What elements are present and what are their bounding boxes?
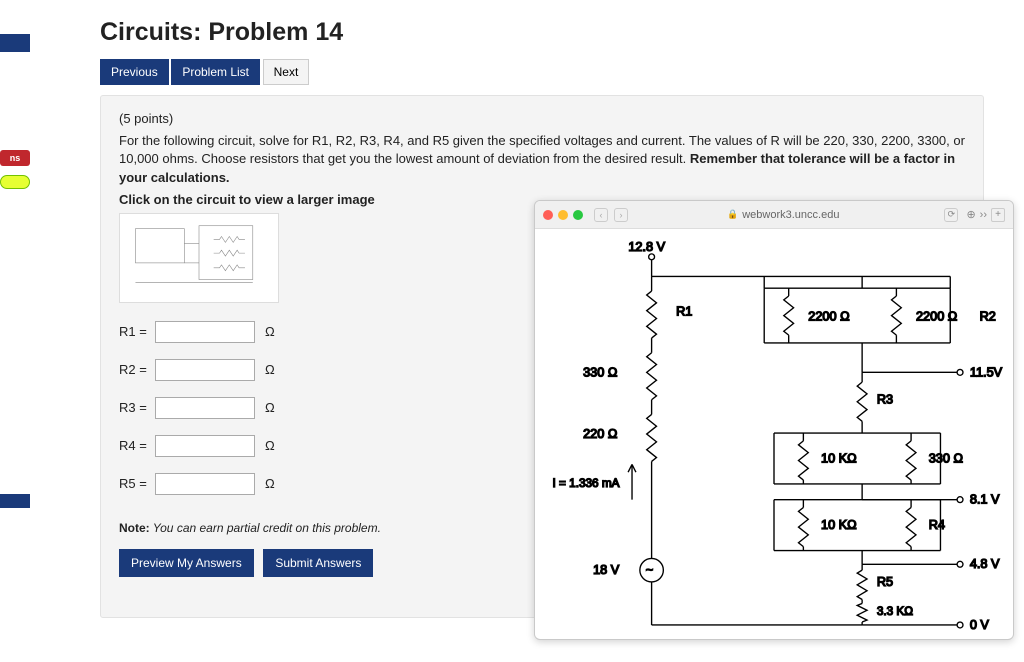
svg-text:I = 1.336 mA: I = 1.336 mA: [553, 477, 620, 490]
share-icon[interactable]: ⊕: [966, 208, 975, 221]
circuit-thumbnail[interactable]: [119, 213, 279, 303]
close-icon[interactable]: [543, 210, 553, 220]
address-bar: 🔒 webwork3.uncc.edu: [628, 209, 938, 221]
rail-mark: [0, 34, 30, 52]
input-r5[interactable]: [155, 473, 255, 495]
svg-text:R2: R2: [980, 308, 996, 323]
address-host: webwork3.uncc.edu: [742, 209, 839, 221]
back-icon[interactable]: ‹: [594, 208, 608, 222]
unit-r2: Ω: [265, 362, 275, 377]
next-button[interactable]: Next: [263, 59, 310, 85]
note-prefix: Note:: [119, 521, 150, 535]
minimize-icon[interactable]: [558, 210, 568, 220]
note-text: You can earn partial credit on this prob…: [150, 521, 381, 535]
svg-text:2200 Ω: 2200 Ω: [808, 308, 849, 323]
label-r3: R3 =: [119, 400, 155, 415]
forward-icon[interactable]: ›: [614, 208, 628, 222]
svg-text:8.1 V: 8.1 V: [970, 492, 1000, 507]
svg-text:330 Ω: 330 Ω: [583, 364, 617, 379]
problem-nav: Previous Problem List Next: [100, 59, 984, 85]
svg-text:0 V: 0 V: [970, 617, 990, 632]
points-label: (5 points): [119, 110, 965, 128]
svg-text:10 KΩ: 10 KΩ: [821, 517, 857, 532]
unit-r4: Ω: [265, 438, 275, 453]
sidebar-rail: ns: [0, 0, 40, 662]
circuit-diagram: 12.8 V R1 330 Ω 220 Ω: [535, 229, 1013, 640]
svg-text:10 KΩ: 10 KΩ: [821, 450, 857, 465]
svg-text:R4: R4: [929, 517, 945, 532]
previous-button[interactable]: Previous: [100, 59, 169, 85]
svg-text:4.8 V: 4.8 V: [970, 556, 1000, 571]
preview-answers-button[interactable]: Preview My Answers: [119, 549, 254, 577]
svg-text:11.5V: 11.5V: [970, 364, 1003, 379]
unit-r3: Ω: [265, 400, 275, 415]
svg-text:220 Ω: 220 Ω: [583, 426, 617, 441]
svg-text:R5: R5: [877, 574, 893, 589]
svg-text:R1: R1: [676, 304, 692, 319]
svg-text:12.8 V: 12.8 V: [628, 239, 665, 254]
new-tab-icon[interactable]: +: [991, 208, 1005, 222]
page-title: Circuits: Problem 14: [100, 18, 984, 47]
label-r5: R5 =: [119, 476, 155, 491]
rail-pill: ns: [0, 150, 30, 166]
input-r1[interactable]: [155, 321, 255, 343]
svg-text:~: ~: [646, 562, 653, 577]
popup-titlebar: ‹ › 🔒 webwork3.uncc.edu ⟳ ⊕ ›› +: [535, 201, 1013, 229]
svg-text:3.3 KΩ: 3.3 KΩ: [877, 605, 913, 618]
submit-answers-button[interactable]: Submit Answers: [263, 549, 373, 577]
problem-text: For the following circuit, solve for R1,…: [119, 132, 965, 187]
input-r3[interactable]: [155, 397, 255, 419]
rail-mark-2: [0, 494, 30, 508]
label-r1: R1 =: [119, 324, 155, 339]
svg-text:R3: R3: [877, 392, 893, 407]
lock-icon: 🔒: [727, 209, 738, 220]
unit-r1: Ω: [265, 324, 275, 339]
label-r4: R4 =: [119, 438, 155, 453]
svg-text:18 V: 18 V: [593, 562, 620, 577]
label-r2: R2 =: [119, 362, 155, 377]
unit-r5: Ω: [265, 476, 275, 491]
input-r2[interactable]: [155, 359, 255, 381]
svg-text:2200 Ω: 2200 Ω: [916, 308, 957, 323]
circuit-popup-window: ‹ › 🔒 webwork3.uncc.edu ⟳ ⊕ ›› +: [534, 200, 1014, 640]
input-r4[interactable]: [155, 435, 255, 457]
maximize-icon[interactable]: [573, 210, 583, 220]
problem-list-button[interactable]: Problem List: [171, 59, 260, 85]
rail-green-indicator: [0, 175, 30, 189]
svg-text:330 Ω: 330 Ω: [929, 450, 963, 465]
reload-icon[interactable]: ⟳: [944, 208, 958, 222]
